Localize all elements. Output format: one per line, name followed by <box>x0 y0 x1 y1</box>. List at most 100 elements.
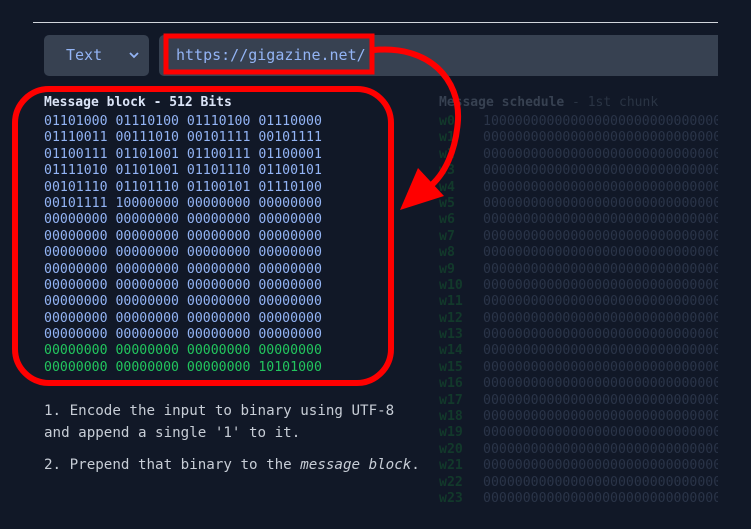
schedule-word-label: w11 <box>439 294 463 310</box>
schedule-row: w21 00000000000000000000000000000000 <box>439 458 718 474</box>
schedule-word-label: w23 <box>439 490 463 506</box>
bit-row: 00000000 00000000 00000000 00000000 <box>44 294 322 310</box>
schedule-row: w12 00000000000000000000000000000000 <box>439 311 718 327</box>
schedule-row: w3 00000000000000000000000000000000 <box>439 163 718 179</box>
length-bit-row: 00000000 00000000 00000000 00000000 <box>44 343 322 359</box>
schedule-row: w6 00000000000000000000000000000000 <box>439 212 718 228</box>
message-block-title: Message block - 512 Bits <box>44 95 232 110</box>
schedule-row: w13 00000000000000000000000000000000 <box>439 327 718 343</box>
step-2: 2. Prepend that binary to the message bl… <box>44 454 424 476</box>
bit-row: 00000000 00000000 00000000 00000000 <box>44 228 322 244</box>
schedule-word-label: w1 <box>439 130 455 146</box>
schedule-row: w18 00000000000000000000000000000000 <box>439 409 718 425</box>
schedule-word-bits: 00000000000000000000000000000000 <box>483 343 718 359</box>
instructions: 1. Encode the input to binary using UTF-… <box>44 400 424 486</box>
schedule-row: w7 00000000000000000000000000000000 <box>439 229 718 245</box>
schedule-word-label: w14 <box>439 343 463 359</box>
schedule-word-label: w8 <box>439 245 455 261</box>
bit-row: 00000000 00000000 00000000 00000000 <box>44 310 322 326</box>
bit-row: 00101111 10000000 00000000 00000000 <box>44 195 322 211</box>
bit-row: 00000000 00000000 00000000 00000000 <box>44 212 322 228</box>
chevron-down-icon <box>129 52 139 59</box>
schedule-word-bits: 00000000000000000000000000000000 <box>483 458 718 474</box>
schedule-row: w16 00000000000000000000000000000000 <box>439 376 718 392</box>
schedule-word-label: w6 <box>439 212 455 228</box>
step-1: 1. Encode the input to binary using UTF-… <box>44 403 395 441</box>
step-2-suffix: . <box>411 457 420 473</box>
bit-row: 01110011 00111010 00101111 00101111 <box>44 130 322 146</box>
schedule-word-bits: 00000000000000000000000000000000 <box>483 294 718 310</box>
schedule-word-bits: 00000000000000000000000000000000 <box>483 130 718 146</box>
schedule-word-label: w7 <box>439 228 455 244</box>
schedule-word-bits: 00000000000000000000000000000000 <box>483 195 718 211</box>
schedule-row: w8 00000000000000000000000000000000 <box>439 245 718 261</box>
schedule-word-bits: 00000000000000000000000000000000 <box>483 179 718 195</box>
schedule-word-label: w2 <box>439 146 455 162</box>
schedule-word-bits: 00000000000000000000000000000000 <box>483 310 718 326</box>
schedule-word-label: w19 <box>439 425 463 441</box>
schedule-word-label: w5 <box>439 195 455 211</box>
section-divider <box>33 22 718 23</box>
schedule-word-label: w13 <box>439 327 463 343</box>
schedule-word-bits: 00000000000000000000000000000000 <box>483 359 718 375</box>
schedule-row: w1 00000000000000000000000000000000 <box>439 130 718 146</box>
schedule-row: w23 00000000000000000000000000000000 <box>439 491 718 507</box>
schedule-word-label: w0 <box>439 114 455 129</box>
message-schedule-heading: Message schedule <box>439 95 565 110</box>
step-2-text: 2. Prepend that binary to the <box>44 457 301 473</box>
message-schedule-panel: Message schedule - 1st chunk w0 100000000… <box>439 94 718 507</box>
schedule-word-bits: 00000000000000000000000000000000 <box>483 212 718 228</box>
schedule-row: w0 10000000000000000000000000000000 <box>439 114 718 130</box>
schedule-word-bits: 00000000000000000000000000000000 <box>483 490 718 506</box>
schedule-row: w4 00000000000000000000000000000000 <box>439 180 718 196</box>
schedule-word-bits: 00000000000000000000000000000000 <box>483 261 718 277</box>
schedule-row: w17 00000000000000000000000000000000 <box>439 393 718 409</box>
message-schedule-subtitle: - 1st chunk <box>564 95 659 110</box>
schedule-word-bits: 00000000000000000000000000000000 <box>483 277 718 293</box>
schedule-row: w5 00000000000000000000000000000000 <box>439 196 718 212</box>
schedule-word-label: w4 <box>439 179 455 195</box>
schedule-word-bits: 00000000000000000000000000000000 <box>483 441 718 457</box>
schedule-word-bits: 00000000000000000000000000000000 <box>483 245 718 261</box>
schedule-word-label: w16 <box>439 376 463 392</box>
message-input[interactable]: https://gigazine.net/ <box>159 35 718 76</box>
schedule-row: w11 00000000000000000000000000000000 <box>439 294 718 310</box>
schedule-word-bits: 00000000000000000000000000000000 <box>483 146 718 162</box>
bit-row: 00000000 00000000 00000000 00000000 <box>44 277 322 293</box>
bit-row: 00101110 01101110 01100101 01110100 <box>44 179 322 195</box>
schedule-row: w15 00000000000000000000000000000000 <box>439 360 718 376</box>
schedule-word-label: w17 <box>439 392 463 408</box>
encoding-select[interactable]: Text <box>44 35 149 76</box>
bit-row: 00000000 00000000 00000000 00000000 <box>44 327 322 343</box>
schedule-word-label: w9 <box>439 261 455 277</box>
schedule-row: w10 00000000000000000000000000000000 <box>439 278 718 294</box>
length-bit-row: 00000000 00000000 00000000 10101000 <box>44 359 322 375</box>
message-block-panel: Message block - 512 Bits 01101000 011101… <box>44 94 424 376</box>
bit-row: 01100111 01101001 01100111 01100001 <box>44 146 322 162</box>
message-schedule-rows: w0 10000000000000000000000000000000 w1 0000… <box>439 114 718 507</box>
schedule-word-bits: 00000000000000000000000000000000 <box>483 228 718 244</box>
schedule-word-bits: 00000000000000000000000000000000 <box>483 163 718 179</box>
schedule-word-bits: 00000000000000000000000000000000 <box>483 376 718 392</box>
schedule-row: w14 00000000000000000000000000000000 <box>439 343 718 359</box>
schedule-word-label: w3 <box>439 163 455 179</box>
bit-row: 01101000 01110100 01110100 01110000 <box>44 114 322 129</box>
schedule-word-label: w20 <box>439 441 463 457</box>
message-input-value: https://gigazine.net/ <box>176 46 366 64</box>
step-2-emphasis: message block <box>300 457 412 473</box>
message-schedule-title: Message schedule - 1st chunk <box>439 94 718 112</box>
bit-row: 00000000 00000000 00000000 00000000 <box>44 245 322 261</box>
schedule-word-bits: 00000000000000000000000000000000 <box>483 425 718 441</box>
message-block-bits: 01101000 01110100 01110100 01110000 01110… <box>44 114 424 376</box>
schedule-row: w20 00000000000000000000000000000000 <box>439 442 718 458</box>
schedule-word-label: w10 <box>439 277 463 293</box>
schedule-word-label: w18 <box>439 409 463 425</box>
bit-row: 00000000 00000000 00000000 00000000 <box>44 261 322 277</box>
schedule-word-label: w15 <box>439 359 463 375</box>
schedule-row: w22 00000000000000000000000000000000 <box>439 475 718 491</box>
schedule-word-bits: 00000000000000000000000000000000 <box>483 409 718 425</box>
schedule-word-bits: 00000000000000000000000000000000 <box>483 327 718 343</box>
schedule-word-bits: 00000000000000000000000000000000 <box>483 392 718 408</box>
schedule-row: w9 00000000000000000000000000000000 <box>439 262 718 278</box>
schedule-word-bits: 00000000000000000000000000000000 <box>483 474 718 490</box>
